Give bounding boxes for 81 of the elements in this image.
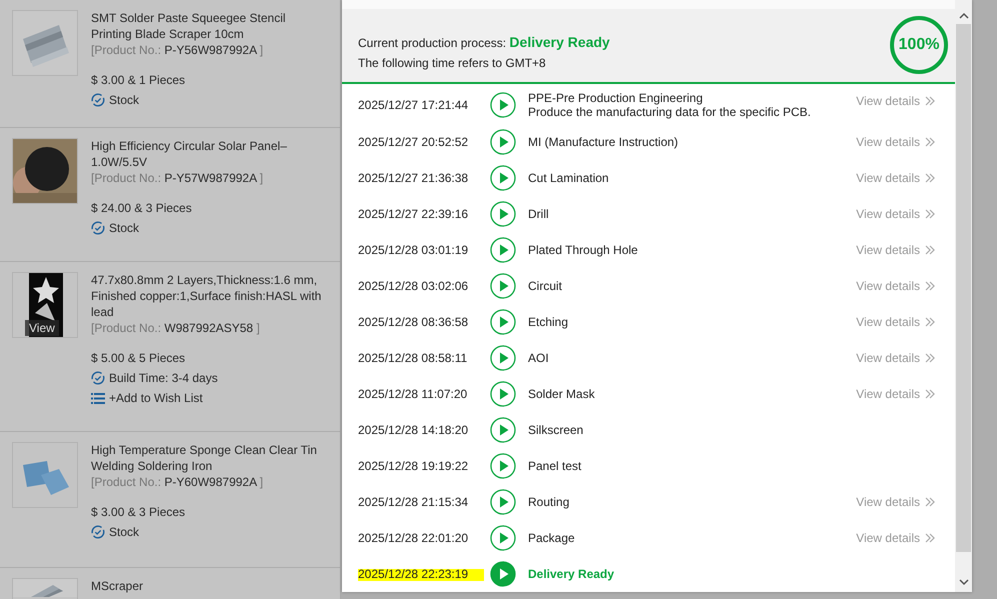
product-title[interactable]: 47.7x80.8mm 2 Layers,Thickness:1.6 mm, Finished copper:1,Surface finish:HASL with lead (91, 272, 326, 320)
sync-icon (91, 371, 105, 385)
double-chevron-icon (925, 173, 935, 183)
stock-status: Stock (109, 524, 140, 540)
product-title[interactable]: High Efficiency Circular Solar Panel–1.0W/5.5V (91, 138, 326, 170)
product-price: $ 24.00 & 3 Pieces (91, 200, 193, 216)
double-chevron-icon (925, 137, 935, 147)
view-details-link[interactable]: View details (856, 495, 935, 509)
step-title: Cut Lamination (528, 171, 610, 185)
step-title: AOI (528, 351, 550, 365)
step-title: Delivery Ready (528, 567, 616, 581)
scrollbar[interactable] (955, 0, 972, 592)
product-price: $ 5.00 & 5 Pieces (91, 350, 186, 366)
view-details-link[interactable]: View details (856, 387, 935, 401)
product-number: [Product No.: P-Y56W987992A ] (91, 42, 264, 58)
step-time: 2025/12/28 19:19:22 (358, 459, 470, 473)
view-label[interactable]: View (25, 320, 59, 336)
list-icon (91, 392, 105, 404)
double-chevron-icon (925, 533, 935, 543)
view-details-link[interactable]: View details (856, 94, 935, 108)
step-time: 2025/12/28 11:07:20 (358, 387, 468, 401)
step-time: 2025/12/28 08:36:58 (358, 315, 470, 329)
step-title: Etching (528, 315, 570, 329)
double-chevron-icon (925, 353, 935, 363)
product-price: $ 3.00 & 1 Pieces (91, 72, 186, 88)
double-chevron-icon (925, 389, 935, 399)
view-details-link[interactable]: View details (856, 135, 935, 149)
double-chevron-icon (925, 317, 935, 327)
sync-icon (91, 93, 105, 107)
product-number: [Product No.: P-Y57W987992A ] (91, 170, 264, 186)
step-title: PPE-Pre Production Engineering (528, 91, 704, 105)
step-time: 2025/12/28 14:18:20 (358, 423, 470, 437)
step-time: 2025/12/27 17:21:44 (358, 98, 470, 112)
product-title[interactable]: High Temperature Sponge Clean Clear Tin Welding Soldering Iron (91, 442, 326, 474)
step-time: 2025/12/27 20:52:52 (358, 135, 470, 149)
step-title: Plated Through Hole (528, 243, 639, 257)
step-time: 2025/12/28 03:01:19 (358, 243, 470, 257)
step-title: Silkscreen (528, 423, 584, 437)
step-time: 2025/12/27 21:36:38 (358, 171, 470, 185)
stock-status: Stock (109, 220, 140, 236)
double-chevron-icon (925, 96, 935, 106)
view-details-link[interactable]: View details (856, 207, 935, 221)
wish-list-link[interactable]: +Add to Wish List (109, 390, 203, 406)
sync-icon (91, 525, 105, 539)
step-title: Drill (528, 207, 550, 221)
scroll-up-icon[interactable] (958, 12, 968, 20)
product-title[interactable]: SMT Solder Paste Squeegee Stencil Printing Blade Scraper 10cm (91, 10, 326, 42)
step-title: MI (Manufacture Instruction) (528, 135, 680, 149)
scroll-down-icon[interactable] (958, 578, 968, 586)
stock-status: Build Time: 3-4 days (109, 370, 218, 386)
product-title[interactable]: MScraper (91, 578, 326, 594)
product-number: [Product No.: P-Y60W987992A ] (91, 474, 264, 490)
stock-status: Stock (109, 92, 140, 108)
double-chevron-icon (925, 281, 935, 291)
timezone-note: The following time refers to GMT+8 (358, 56, 547, 70)
step-time: 2025/12/28 22:01:20 (358, 531, 470, 545)
view-details-link[interactable]: View details (856, 171, 935, 185)
double-chevron-icon (925, 209, 935, 219)
step-time: 2025/12/28 03:02:06 (358, 279, 470, 293)
view-details-link[interactable]: View details (856, 531, 935, 545)
step-time: 2025/12/27 22:39:16 (358, 207, 470, 221)
step-time: 2025/12/28 08:58:11 (358, 351, 468, 365)
sync-icon (91, 221, 105, 235)
view-details-link[interactable]: View details (856, 243, 935, 257)
view-details-link[interactable]: View details (856, 351, 935, 365)
step-time: 2025/12/28 21:15:34 (358, 495, 470, 509)
view-details-link[interactable]: View details (856, 315, 935, 329)
step-title: Panel test (528, 459, 582, 473)
step-title: Routing (528, 495, 570, 509)
step-time: 2025/12/28 22:23:19 (358, 567, 484, 581)
view-details-link[interactable]: View details (856, 279, 935, 293)
step-title: Package (528, 531, 576, 545)
double-chevron-icon (925, 245, 935, 255)
product-price: $ 3.00 & 3 Pieces (91, 504, 186, 520)
progress-percent: 100% (898, 36, 940, 54)
double-chevron-icon (925, 497, 935, 507)
step-description: Produce the manufacturing data for the specific PCB. (528, 105, 812, 119)
step-title: Circuit (528, 279, 564, 293)
step-title: Solder Mask (528, 387, 596, 401)
product-number: [Product No.: W987992ASY58 ] (91, 320, 261, 336)
process-status: Current production process: Delivery Ready (358, 34, 610, 50)
